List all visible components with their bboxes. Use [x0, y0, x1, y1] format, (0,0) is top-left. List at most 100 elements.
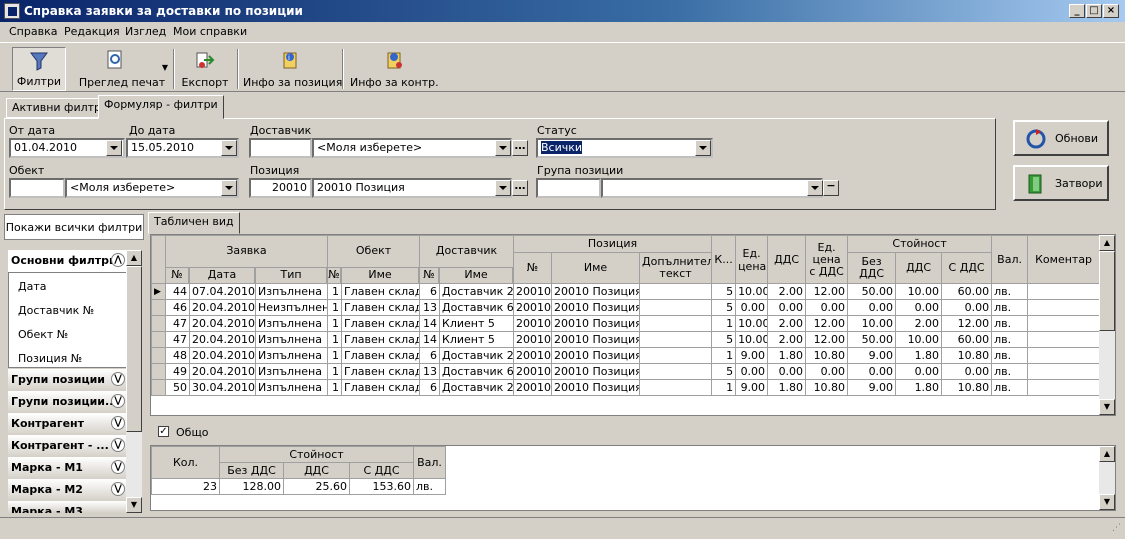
- close-button[interactable]: Затвори: [1013, 165, 1109, 201]
- print-preview-button[interactable]: Преглед печат ▼: [76, 47, 168, 91]
- menu-edit[interactable]: Редакция: [64, 25, 120, 38]
- filter-item-position[interactable]: Позиция №: [18, 352, 82, 365]
- from-date-dropdown-button[interactable]: [106, 140, 122, 156]
- expand-chevron-icon[interactable]: ⋁: [111, 416, 125, 430]
- item-code-field[interactable]: 20010: [249, 178, 312, 198]
- svg-text:i: i: [288, 54, 290, 62]
- scroll-down-arrow-icon[interactable]: ▼: [126, 497, 142, 513]
- cell-price-vat: 12.00: [805, 283, 849, 300]
- tab-table-view[interactable]: Табличен вид: [148, 212, 240, 234]
- object-select[interactable]: <Моля изберете>: [65, 178, 239, 198]
- expand-chevron-icon[interactable]: ⋁: [111, 482, 125, 496]
- filter-group-brand-m1[interactable]: Марка - M1 ⋁: [8, 457, 129, 479]
- resize-grip-icon[interactable]: ⋰: [1112, 523, 1121, 533]
- row-indicator[interactable]: [151, 331, 166, 348]
- filter-item-date[interactable]: Дата: [18, 280, 46, 293]
- totals-scrollbar[interactable]: ▲ ▼: [1099, 446, 1115, 510]
- scroll-thumb[interactable]: [126, 266, 142, 432]
- grid-scrollbar[interactable]: ▲ ▼: [1099, 235, 1115, 415]
- table-row[interactable]: 4620.04.2010Неизпълнена1Главен склад13До…: [151, 299, 1101, 316]
- cell-comment: [1027, 363, 1101, 380]
- table-row[interactable]: 48 20.04.2010 Изпълнена 1 Главен склад 6 Доста…: [151, 347, 1101, 364]
- filter-group-contractor[interactable]: Контрагент ⋁: [8, 413, 129, 435]
- status-bar: ⋰: [0, 517, 1125, 539]
- item-dropdown-button[interactable]: [495, 180, 511, 196]
- item-browse-button[interactable]: …: [512, 180, 528, 196]
- item-select[interactable]: 20010 Позиция: [312, 178, 512, 198]
- cell-date: 30.04.2010: [189, 379, 256, 396]
- maximize-button[interactable]: □: [1086, 4, 1102, 18]
- tab-form-filters[interactable]: Формуляр - филтри: [98, 95, 224, 119]
- contractor-info-button[interactable]: Инфо за контр.: [350, 47, 439, 91]
- supplier-dropdown-button[interactable]: [495, 140, 511, 156]
- comment-header: Коментар: [1027, 235, 1101, 284]
- row-indicator[interactable]: [151, 347, 166, 364]
- menu-view[interactable]: Изглед: [125, 25, 166, 38]
- filter-item-object[interactable]: Обект №: [18, 328, 68, 341]
- row-indicator[interactable]: [151, 363, 166, 380]
- expand-chevron-icon[interactable]: ⋁: [111, 438, 125, 452]
- object-code-field[interactable]: [9, 178, 65, 198]
- close-window-button[interactable]: ×: [1103, 4, 1119, 18]
- cell-item-no: 20010: [513, 363, 553, 380]
- item-info-icon: i: [283, 52, 297, 69]
- item-group-clear-button[interactable]: −: [823, 180, 839, 196]
- row-indicator[interactable]: ▶: [151, 283, 166, 300]
- item-group-select[interactable]: [601, 178, 823, 198]
- object-dropdown-button[interactable]: [221, 180, 237, 196]
- filter-group-item-groups[interactable]: Групи позиции ⋁: [8, 369, 129, 391]
- refresh-button[interactable]: Обнови: [1013, 120, 1109, 156]
- table-row[interactable]: 47 20.04.2010 Изпълнена 1 Главен склад 14 Клие…: [151, 331, 1101, 348]
- status-dropdown-button[interactable]: [695, 140, 711, 156]
- cell-vat: 2.00: [767, 283, 807, 300]
- cell-obj: Главен склад: [340, 363, 421, 380]
- filter-group-brand-m2[interactable]: Марка - M2 ⋁: [8, 479, 129, 501]
- table-row[interactable]: 47 20.04.2010 Изпълнена 1 Главен склад 14 Клие…: [151, 315, 1101, 332]
- collapse-chevron-icon[interactable]: ⋀: [111, 253, 125, 267]
- table-row[interactable]: 49 20.04.2010 Изпълнена 1 Главен склад 13 Дост…: [151, 363, 1101, 380]
- cell-vat-sum: 1.80: [895, 379, 943, 396]
- filter-group-brand-m3[interactable]: Марка - M3: [8, 501, 129, 513]
- show-all-filters-button[interactable]: Покажи всички филтри: [4, 214, 144, 240]
- filter-group-contractor-2[interactable]: Контрагент - ... ⋁: [8, 435, 129, 457]
- expand-chevron-icon[interactable]: ⋁: [111, 372, 125, 386]
- export-button[interactable]: Експорт: [180, 47, 230, 91]
- filter-group-item-groups-2[interactable]: Групи позиции... ⋁: [8, 391, 129, 413]
- row-indicator[interactable]: [151, 315, 166, 332]
- filters-button[interactable]: Филтри: [12, 47, 66, 91]
- scroll-thumb[interactable]: [1099, 251, 1115, 331]
- status-select[interactable]: Всички: [536, 138, 713, 158]
- row-indicator[interactable]: [151, 379, 166, 396]
- filter-group-main[interactable]: Основни филтри ⋀: [8, 250, 129, 272]
- cell-text: [639, 347, 713, 364]
- cell-item: 20010 Позиция: [551, 363, 641, 380]
- cell-price-vat: 0.00: [805, 363, 849, 380]
- dropdown-arrow-icon[interactable]: ▼: [162, 63, 168, 72]
- table-row[interactable]: 50 30.04.2010 Изпълнена 1 Главен склад 6 Доста…: [151, 379, 1101, 396]
- menu-my-reports[interactable]: Мои справки: [173, 25, 247, 38]
- row-indicator[interactable]: [151, 299, 166, 316]
- expand-chevron-icon[interactable]: ⋁: [111, 394, 125, 408]
- filter-item-supplier[interactable]: Доставчик №: [18, 304, 94, 317]
- scroll-up-arrow-icon[interactable]: ▲: [126, 250, 142, 266]
- supplier-browse-button[interactable]: …: [512, 140, 528, 156]
- cell-item: 20010 Позиция: [551, 379, 641, 396]
- to-date-dropdown-button[interactable]: [221, 140, 237, 156]
- item-group-code-field[interactable]: [536, 178, 601, 198]
- table-row[interactable]: ▶ 44 07.04.2010 Изпълнена 1 Главен склад 6 Дост…: [151, 283, 1101, 300]
- scroll-up-arrow-icon[interactable]: ▲: [1099, 446, 1115, 462]
- scroll-down-arrow-icon[interactable]: ▼: [1099, 494, 1115, 510]
- supplier-code-field[interactable]: [249, 138, 312, 158]
- expand-chevron-icon[interactable]: ⋁: [111, 460, 125, 474]
- cell-text: [639, 299, 713, 316]
- left-panel-scrollbar[interactable]: ▲ ▼: [126, 250, 142, 513]
- supplier-select[interactable]: <Моля изберете>: [312, 138, 512, 158]
- totals-checkbox[interactable]: ✓: [158, 426, 169, 437]
- item-info-button[interactable]: i Инфо за позиция: [243, 47, 342, 91]
- unit-price-header: Ед. цена: [735, 235, 769, 284]
- menu-report[interactable]: Справка: [9, 25, 57, 38]
- scroll-up-arrow-icon[interactable]: ▲: [1099, 235, 1115, 251]
- scroll-down-arrow-icon[interactable]: ▼: [1099, 399, 1115, 415]
- item-group-dropdown-button[interactable]: [807, 180, 823, 196]
- minimize-button[interactable]: _: [1069, 4, 1085, 18]
